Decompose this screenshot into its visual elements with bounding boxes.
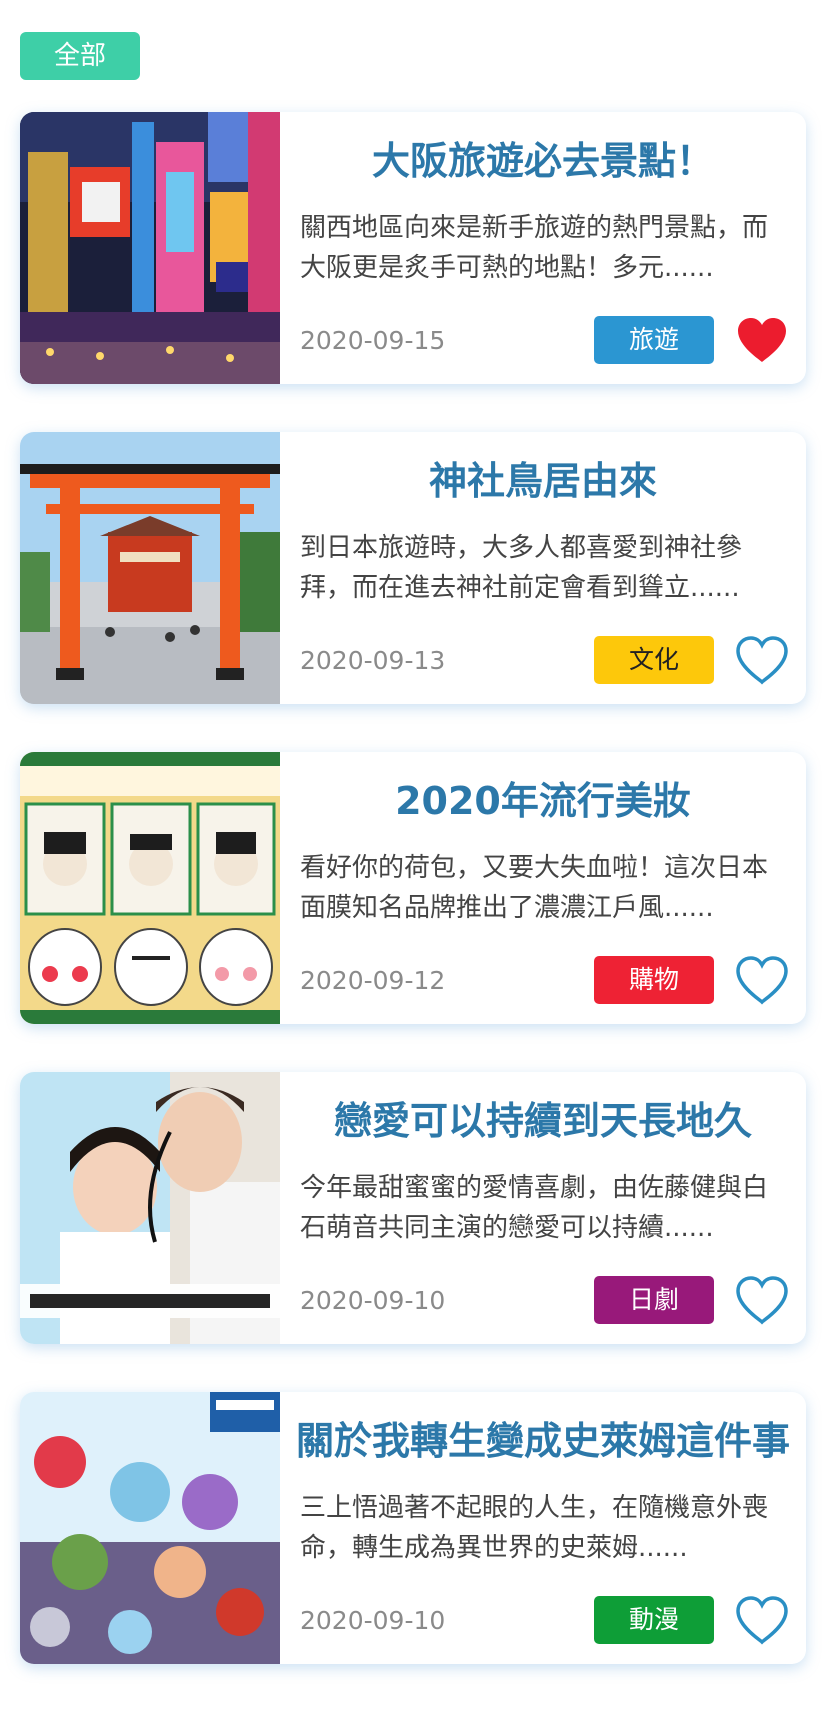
heart-outline-icon	[736, 956, 788, 1005]
article-date: 2020-09-10	[300, 1606, 446, 1635]
article-card[interactable]: 大阪旅遊必去景點！ 關西地區向來是新手旅遊的熱門景點，而大阪更是炙手可熱的地點！…	[20, 112, 806, 384]
article-date: 2020-09-15	[300, 326, 446, 355]
article-thumbnail-torii[interactable]	[20, 432, 280, 704]
article-card[interactable]: 2020年流行美妝 看好你的荷包，又要大失血啦！這次日本面膜知名品牌推出了濃濃江…	[20, 752, 806, 1024]
article-thumbnail-face-mask[interactable]	[20, 752, 280, 1024]
article-list: 大阪旅遊必去景點！ 關西地區向來是新手旅遊的熱門景點，而大阪更是炙手可熱的地點！…	[20, 112, 806, 1712]
article-title[interactable]: 大阪旅遊必去景點！	[294, 130, 792, 185]
article-card-body: 神社鳥居由來 到日本旅遊時，大多人都喜愛到神社參拜，而在進去神社前定會看到聳立.…	[280, 432, 806, 704]
article-date: 2020-09-10	[300, 1286, 446, 1315]
article-excerpt: 關西地區向來是新手旅遊的熱門景點，而大阪更是炙手可熱的地點！多元......	[300, 213, 769, 283]
favorite-button[interactable]	[734, 1594, 790, 1646]
favorite-button[interactable]	[734, 1274, 790, 1326]
article-excerpt: 到日本旅遊時，大多人都喜愛到神社參拜，而在進去神社前定會看到聳立......	[300, 533, 743, 603]
heart-outline-icon	[736, 636, 788, 685]
category-tag[interactable]: 日劇	[594, 1276, 714, 1324]
article-thumbnail-anime[interactable]	[20, 1392, 280, 1664]
article-card-body: 戀愛可以持續到天長地久 今年最甜蜜蜜的愛情喜劇，由佐藤健與白石萌音共同主演的戀愛…	[280, 1072, 806, 1344]
heart-icon	[738, 318, 786, 362]
category-tag[interactable]: 購物	[594, 956, 714, 1004]
article-excerpt: 三上悟過著不起眼的人生，在隨機意外喪命，轉生成為異世界的史萊姆......	[300, 1493, 769, 1563]
favorite-button[interactable]	[734, 634, 790, 686]
category-tag[interactable]: 文化	[594, 636, 714, 684]
article-card[interactable]: 關於我轉生變成史萊姆這件事 三上悟過著不起眼的人生，在隨機意外喪命，轉生成為異世…	[20, 1392, 806, 1664]
article-title[interactable]: 戀愛可以持續到天長地久	[294, 1090, 792, 1145]
article-card-body: 關於我轉生變成史萊姆這件事 三上悟過著不起眼的人生，在隨機意外喪命，轉生成為異世…	[280, 1392, 806, 1664]
article-card[interactable]: 神社鳥居由來 到日本旅遊時，大多人都喜愛到神社參拜，而在進去神社前定會看到聳立.…	[20, 432, 806, 704]
favorite-button[interactable]	[734, 314, 790, 366]
category-filter-bar: 全部	[20, 32, 140, 80]
article-date: 2020-09-13	[300, 646, 446, 675]
filter-chip-all[interactable]: 全部	[20, 32, 140, 80]
article-title[interactable]: 2020年流行美妝	[294, 770, 792, 825]
heart-outline-icon	[736, 1276, 788, 1325]
article-title[interactable]: 神社鳥居由來	[294, 450, 792, 505]
article-card[interactable]: 戀愛可以持續到天長地久 今年最甜蜜蜜的愛情喜劇，由佐藤健與白石萌音共同主演的戀愛…	[20, 1072, 806, 1344]
article-excerpt: 今年最甜蜜蜜的愛情喜劇，由佐藤健與白石萌音共同主演的戀愛可以持續......	[300, 1173, 769, 1243]
article-date: 2020-09-12	[300, 966, 446, 995]
category-tag[interactable]: 動漫	[594, 1596, 714, 1644]
article-thumbnail-drama-poster[interactable]	[20, 1072, 280, 1344]
category-tag[interactable]: 旅遊	[594, 316, 714, 364]
article-title[interactable]: 關於我轉生變成史萊姆這件事	[294, 1410, 792, 1465]
article-excerpt: 看好你的荷包，又要大失血啦！這次日本面膜知名品牌推出了濃濃江戶風......	[300, 853, 769, 923]
article-card-body: 大阪旅遊必去景點！ 關西地區向來是新手旅遊的熱門景點，而大阪更是炙手可熱的地點！…	[280, 112, 806, 384]
article-card-body: 2020年流行美妝 看好你的荷包，又要大失血啦！這次日本面膜知名品牌推出了濃濃江…	[280, 752, 806, 1024]
article-thumbnail-osaka[interactable]	[20, 112, 280, 384]
heart-outline-icon	[736, 1596, 788, 1645]
favorite-button[interactable]	[734, 954, 790, 1006]
